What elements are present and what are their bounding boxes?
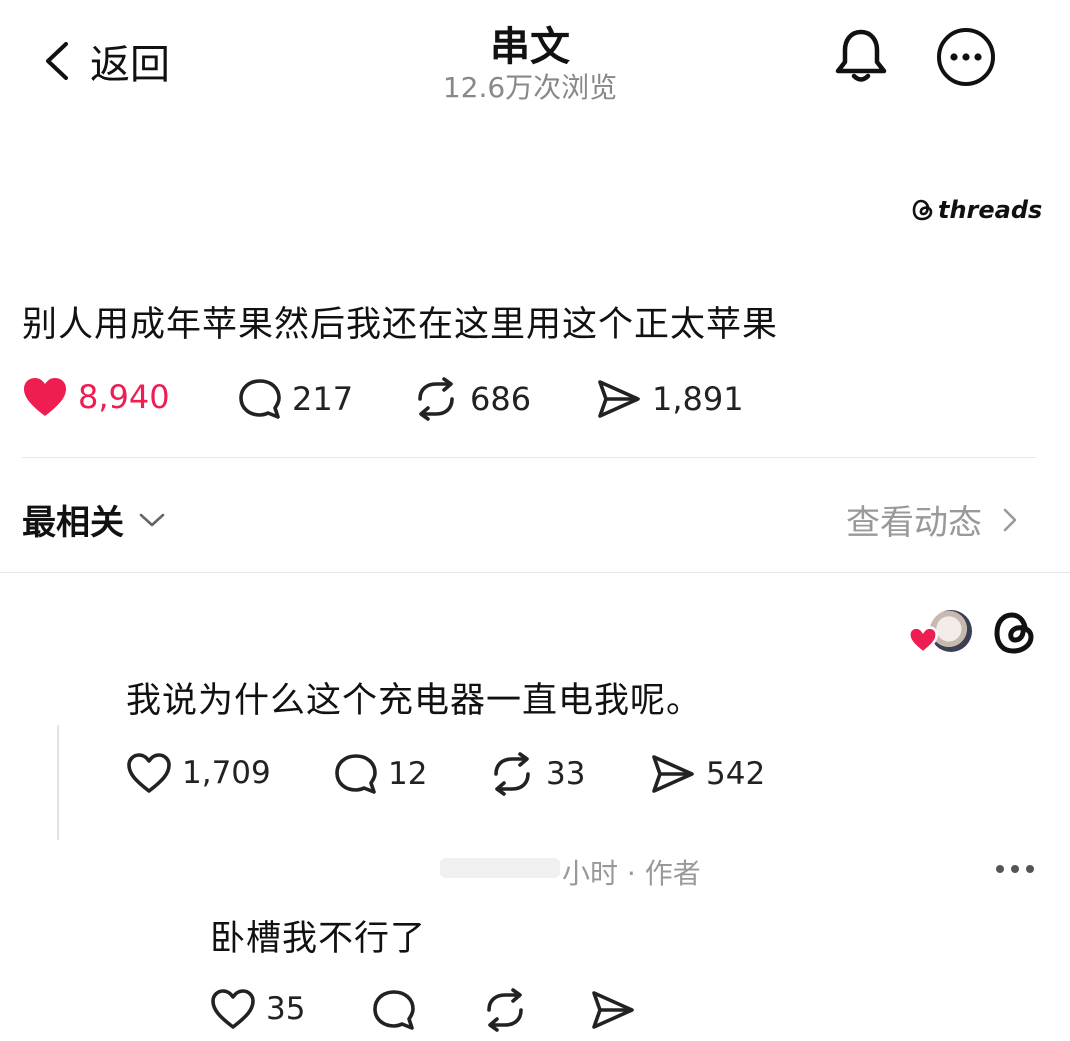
- share-send-icon[interactable]: [590, 989, 636, 1031]
- share-send-icon: [598, 380, 640, 418]
- post-comment-count: 217: [292, 380, 354, 418]
- sort-label: 最相关: [22, 503, 124, 543]
- reply-meta: 小时 · 作者: [440, 850, 740, 890]
- page-title: 串文: [490, 24, 570, 70]
- chevron-down-icon: [139, 513, 165, 526]
- bell-icon[interactable]: [832, 26, 890, 86]
- post-share-button[interactable]: 1,891: [596, 378, 744, 420]
- threads-wordmark: threads: [938, 196, 1043, 224]
- threads-logo-icon: [912, 199, 933, 221]
- comment-icon: [335, 754, 377, 794]
- reply-meta-text: 小时 · 作者: [562, 857, 701, 890]
- reply-like-button[interactable]: 1,709: [126, 752, 271, 794]
- sort-dropdown[interactable]: 最相关: [22, 495, 166, 544]
- divider: [0, 572, 1070, 573]
- threads-app-icon[interactable]: [992, 610, 1038, 656]
- reply2-like-count: 35: [266, 991, 306, 1027]
- post-text: 别人用成年苹果然后我还在这里用这个正太苹果: [22, 305, 779, 345]
- post-repost-button[interactable]: 686: [412, 377, 531, 421]
- repost-icon[interactable]: [481, 988, 529, 1032]
- reply2-like-button[interactable]: 35: [210, 988, 305, 1030]
- post-like-button[interactable]: 8,940: [22, 376, 170, 418]
- view-count: 12.6万次浏览: [442, 71, 618, 104]
- share-send-icon: [652, 755, 694, 793]
- reply-comment-count: 12: [388, 756, 428, 792]
- heart-badge-icon: [908, 626, 938, 654]
- heart-icon: [211, 989, 255, 1029]
- more-dots-icon[interactable]: [994, 862, 1036, 876]
- threads-watermark: threads: [912, 196, 1042, 224]
- more-options-icon[interactable]: [935, 26, 997, 88]
- post-like-count: 8,940: [78, 378, 170, 416]
- repost-icon: [418, 377, 454, 421]
- chevron-right-icon: [1003, 508, 1017, 531]
- thread-line: [57, 725, 59, 840]
- reply-text: 我说为什么这个充电器一直电我呢。: [126, 681, 703, 721]
- repost-icon: [494, 752, 530, 796]
- view-activity-link[interactable]: 查看动态: [846, 495, 1018, 544]
- reply-share-count: 542: [706, 756, 766, 792]
- reply-share-button[interactable]: 542: [650, 753, 765, 795]
- reply-repost-button[interactable]: 33: [488, 752, 585, 796]
- view-activity-label: 查看动态: [846, 503, 982, 543]
- meta-blur: [440, 858, 560, 878]
- reply-like-badge: [908, 610, 972, 656]
- reply-like-count: 1,709: [182, 755, 271, 791]
- reply-comment-button[interactable]: 12: [334, 753, 427, 795]
- heart-filled-icon: [24, 378, 66, 416]
- post-share-count: 1,891: [652, 380, 744, 418]
- heart-icon: [127, 753, 171, 793]
- post-repost-count: 686: [470, 380, 532, 418]
- reply-text: 卧槽我不行了: [210, 919, 427, 959]
- divider: [22, 457, 1036, 458]
- comment-icon: [239, 379, 281, 419]
- comment-icon[interactable]: [372, 989, 416, 1031]
- post-comment-button[interactable]: 217: [238, 378, 353, 420]
- reply-repost-count: 33: [546, 756, 586, 792]
